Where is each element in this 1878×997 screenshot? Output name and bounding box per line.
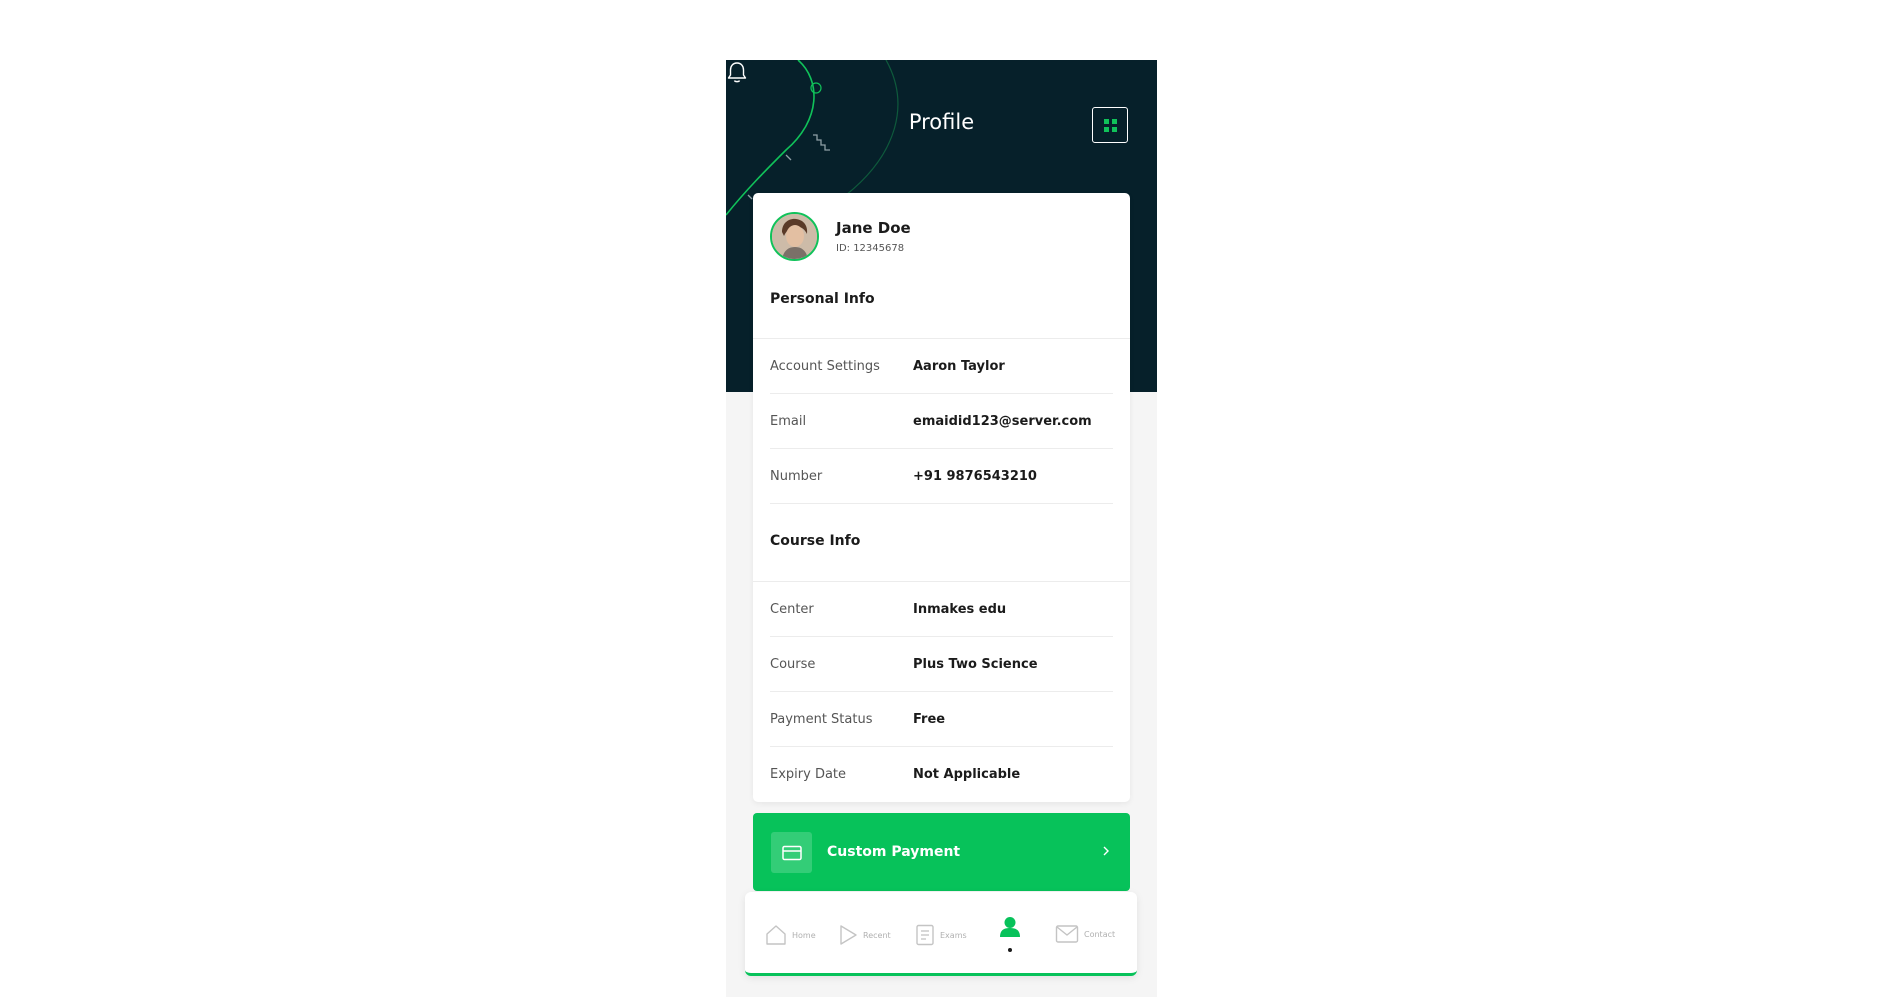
row-value: +91 9876543210 xyxy=(913,469,1037,484)
info-row-course[interactable]: Course Plus Two Science xyxy=(770,637,1113,692)
chevron-right-icon xyxy=(1103,846,1109,856)
profile-id: ID: 12345678 xyxy=(836,243,905,254)
nav-label-recent: Recent xyxy=(863,930,891,940)
row-label: Account Settings xyxy=(770,359,880,374)
nav-item-recent[interactable]: Recent xyxy=(838,924,891,946)
nav-item-exams[interactable]: Exams xyxy=(915,924,967,946)
info-row-payment-status[interactable]: Payment Status Free xyxy=(770,692,1113,747)
nav-item-contact[interactable]: Contact xyxy=(1055,924,1115,944)
row-label: Number xyxy=(770,469,823,484)
row-value: Not Applicable xyxy=(913,767,1021,782)
row-label: Payment Status xyxy=(770,712,873,727)
row-value: Inmakes edu xyxy=(913,602,1007,617)
card-icon xyxy=(771,832,812,873)
profile-card: Jane Doe ID: 12345678 Personal Info Acco… xyxy=(753,193,1130,802)
profile-name: Jane Doe xyxy=(836,219,911,237)
bottom-navigation: Home Recent Exams Contact xyxy=(745,892,1137,976)
info-row-expiry-date[interactable]: Expiry Date Not Applicable xyxy=(770,747,1113,802)
active-indicator-dot xyxy=(1008,948,1012,952)
row-value: Aaron Taylor xyxy=(913,359,1005,374)
nav-label-contact: Contact xyxy=(1084,929,1116,939)
nav-label-exams: Exams xyxy=(940,930,967,940)
row-value: emaidid123@server.com xyxy=(913,414,1092,429)
nav-item-profile[interactable] xyxy=(999,916,1021,952)
home-icon xyxy=(766,925,786,945)
avatar xyxy=(770,212,819,261)
play-icon xyxy=(840,925,857,945)
course-info-title: Course Info xyxy=(770,533,861,549)
custom-payment-label: Custom Payment xyxy=(827,844,961,860)
info-row-number[interactable]: Number +91 9876543210 xyxy=(770,449,1113,504)
nav-label-home: Home xyxy=(792,930,816,940)
mail-icon xyxy=(1055,925,1079,943)
row-label: Expiry Date xyxy=(770,767,847,782)
row-label: Course xyxy=(770,657,816,672)
row-value: Plus Two Science xyxy=(913,657,1038,672)
menu-grid-button[interactable] xyxy=(1092,107,1128,143)
user-icon xyxy=(1000,917,1020,937)
document-icon xyxy=(916,924,934,946)
grid-icon xyxy=(1103,118,1117,132)
bell-icon[interactable] xyxy=(726,60,748,84)
info-row-email[interactable]: Email emaidid123@server.com xyxy=(770,394,1113,449)
row-label: Email xyxy=(770,414,807,429)
info-row-account-settings[interactable]: Account Settings Aaron Taylor xyxy=(770,339,1113,394)
mobile-screen: Profile Jane Doe ID: 12345678 Personal I… xyxy=(726,60,1157,997)
info-row-center[interactable]: Center Inmakes edu xyxy=(770,582,1113,637)
row-value: Free xyxy=(913,712,946,727)
row-label: Center xyxy=(770,602,814,617)
personal-info-title: Personal Info xyxy=(770,291,875,307)
custom-payment-button[interactable]: Custom Payment xyxy=(753,813,1130,891)
nav-item-home[interactable]: Home xyxy=(765,924,816,946)
